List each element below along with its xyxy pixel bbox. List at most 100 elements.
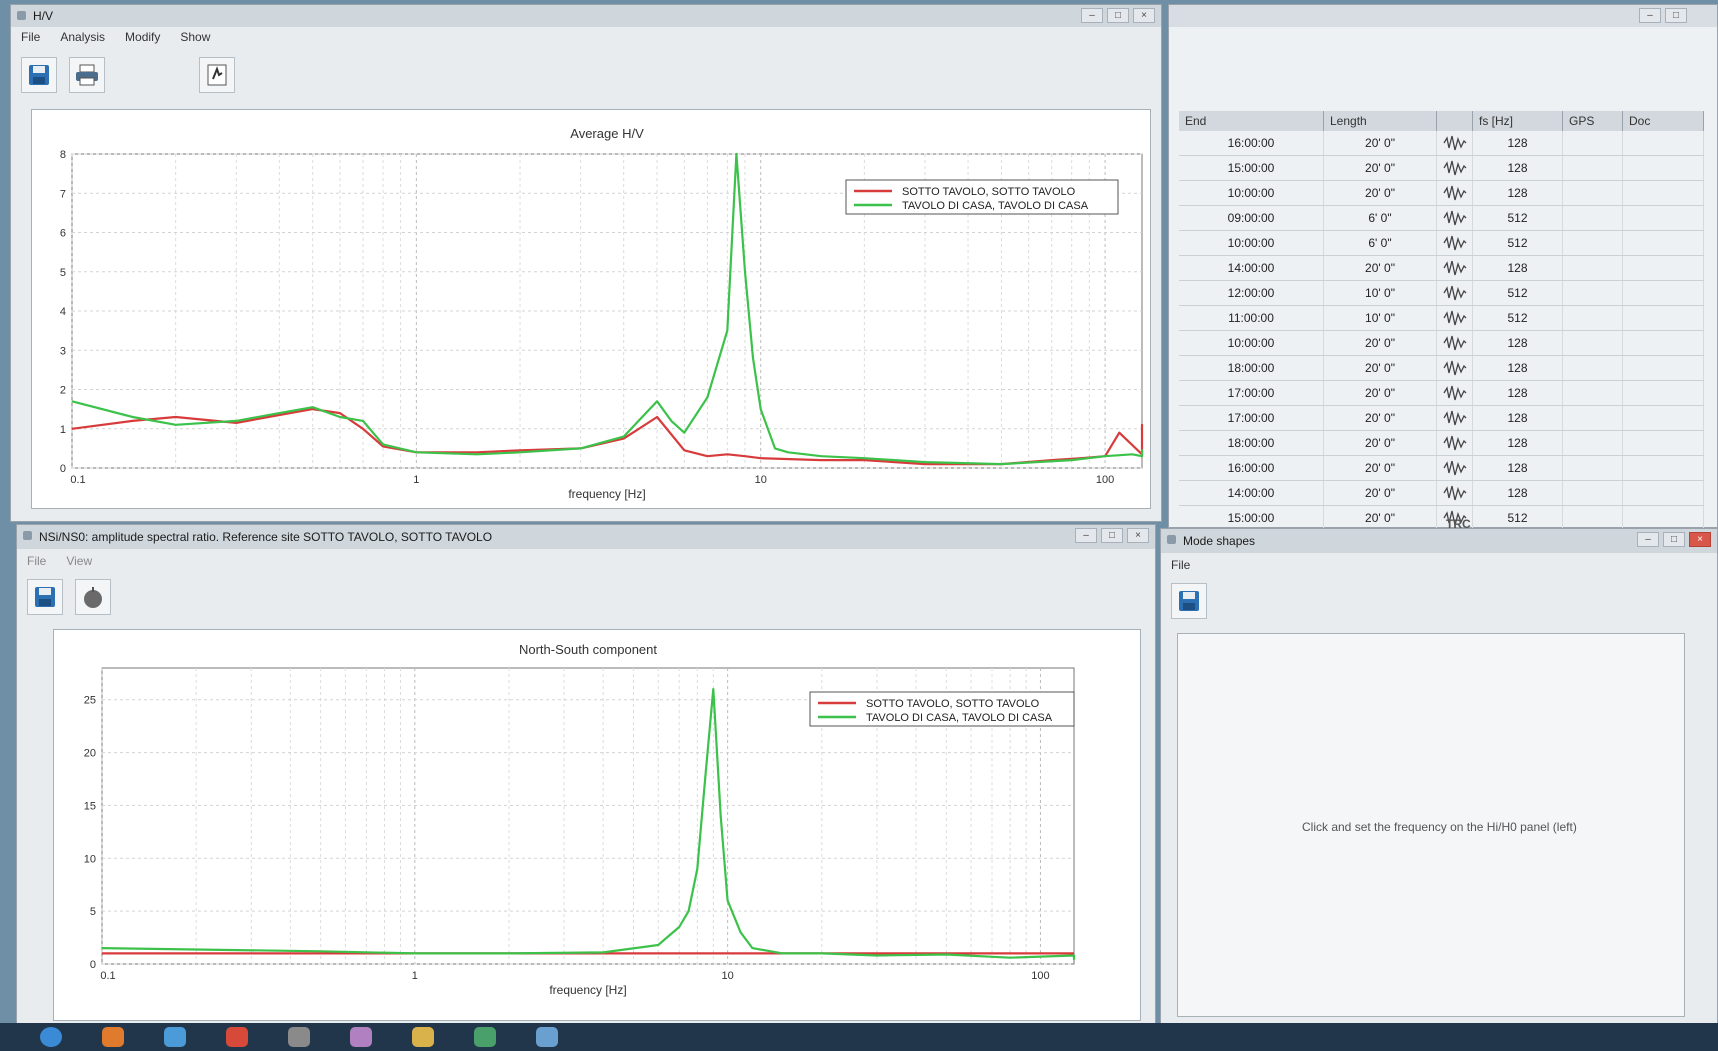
waveform-icon	[1443, 160, 1467, 176]
mode-toolbar	[1161, 579, 1717, 623]
cell-trace	[1437, 431, 1473, 455]
cell-end: 12:00:00	[1179, 281, 1324, 305]
firefox-icon[interactable]	[102, 1027, 124, 1047]
apple-icon	[84, 587, 102, 608]
col-doc[interactable]: Doc	[1623, 111, 1704, 131]
ns-titlebar[interactable]: NSi/NS0: amplitude spectral ratio. Refer…	[17, 525, 1155, 549]
ns-menubar: File View	[17, 551, 1155, 571]
mode-shapes-titlebar[interactable]: Mode shapes – □ ×	[1161, 529, 1717, 553]
cell-trace	[1437, 381, 1473, 405]
cell-end: 16:00:00	[1179, 131, 1324, 155]
col-gps[interactable]: GPS	[1563, 111, 1623, 131]
recordings-titlebar[interactable]: – □	[1169, 5, 1717, 27]
waveform-icon	[1443, 285, 1467, 301]
ns-minimize-button[interactable]: –	[1075, 528, 1097, 543]
table-row[interactable]: 18:00:00 20' 0" 128	[1179, 356, 1704, 381]
print-button[interactable]	[69, 57, 105, 93]
ns-close-button[interactable]: ×	[1127, 528, 1149, 543]
table-row[interactable]: 14:00:00 20' 0" 128	[1179, 481, 1704, 506]
chrome-icon[interactable]	[226, 1027, 248, 1047]
waveform-icon	[1443, 210, 1467, 226]
hv-menubar: File Analysis Modify Show	[11, 27, 1161, 47]
table-row[interactable]: 18:00:00 20' 0" 128	[1179, 431, 1704, 456]
hv-chart[interactable]: Average H/V 0 1 2 3 4 5 6 7 8 0.1 1 10 100 frequency […	[32, 110, 1150, 508]
y-tick-label: 3	[60, 345, 66, 357]
hv-titlebar[interactable]: H/V – □ ×	[11, 5, 1161, 27]
floppy-icon	[29, 65, 49, 85]
minimize-button[interactable]: –	[1081, 8, 1103, 23]
start-button-icon[interactable]	[40, 1027, 62, 1047]
table-row[interactable]: 12:00:00 10' 0" 512	[1179, 281, 1704, 306]
recordings-maximize-button[interactable]: □	[1665, 8, 1687, 23]
table-row[interactable]: 17:00:00 20' 0" 128	[1179, 406, 1704, 431]
browser-icon[interactable]	[164, 1027, 186, 1047]
waveform-icon	[1443, 310, 1467, 326]
col-trace[interactable]	[1437, 111, 1473, 131]
ns-apple-button[interactable]	[75, 579, 111, 615]
table-row[interactable]: 11:00:00 10' 0" 512	[1179, 306, 1704, 331]
x-tick-label: 10	[722, 970, 734, 982]
tool-button[interactable]	[199, 57, 235, 93]
cell-gps	[1563, 481, 1623, 505]
table-row[interactable]: 17:00:00 20' 0" 128	[1179, 381, 1704, 406]
waveform-icon	[1443, 385, 1467, 401]
menu-analysis[interactable]: Analysis	[60, 27, 105, 47]
ns-save-button[interactable]	[27, 579, 63, 615]
app-icon-3[interactable]	[350, 1027, 372, 1047]
mode-maximize-button[interactable]: □	[1663, 532, 1685, 547]
save-button[interactable]	[21, 57, 57, 93]
ns-menu-file[interactable]: File	[27, 551, 46, 571]
cell-end: 18:00:00	[1179, 356, 1324, 380]
table-row[interactable]: 16:00:00 20' 0" 128	[1179, 456, 1704, 481]
recordings-minimize-button[interactable]: –	[1639, 8, 1661, 23]
col-length[interactable]: Length	[1324, 111, 1437, 131]
table-row[interactable]: 15:00:00 20' 0" 128	[1179, 156, 1704, 181]
close-button[interactable]: ×	[1133, 8, 1155, 23]
ns-maximize-button[interactable]: □	[1101, 528, 1123, 543]
cell-length: 20' 0"	[1324, 131, 1437, 155]
cell-end: 11:00:00	[1179, 306, 1324, 330]
col-end[interactable]: End	[1179, 111, 1324, 131]
mode-shapes-message: Click and set the frequency on the Hi/H0…	[1302, 820, 1577, 834]
cell-end: 10:00:00	[1179, 231, 1324, 255]
y-tick-label: 15	[84, 800, 96, 812]
table-row[interactable]: 14:00:00 20' 0" 128	[1179, 256, 1704, 281]
hv-chart-panel: Average H/V 0 1 2 3 4 5 6 7 8 0.1 1 10 100 frequency […	[31, 109, 1151, 509]
table-row[interactable]: 10:00:00 6' 0" 512	[1179, 231, 1704, 256]
mode-close-button[interactable]: ×	[1689, 532, 1711, 547]
ns-chart[interactable]: North-South component 0 5 10 15 20 25 0.1 1 10 100…	[54, 630, 1140, 1020]
waveform-icon	[1443, 235, 1467, 251]
cell-fs: 128	[1473, 156, 1563, 180]
waveform-icon	[1443, 360, 1467, 376]
cell-gps	[1563, 181, 1623, 205]
maximize-button[interactable]: □	[1107, 8, 1129, 23]
mode-menu-file[interactable]: File	[1171, 555, 1190, 575]
mode-shapes-title: Mode shapes	[1183, 534, 1256, 548]
mode-minimize-button[interactable]: –	[1637, 532, 1659, 547]
ns-menu-view[interactable]: View	[66, 551, 92, 571]
cell-fs: 512	[1473, 281, 1563, 305]
cell-fs: 128	[1473, 456, 1563, 480]
cell-length: 20' 0"	[1324, 356, 1437, 380]
menu-show[interactable]: Show	[180, 27, 210, 47]
legend-label: TAVOLO DI CASA, TAVOLO DI CASA	[866, 712, 1053, 724]
cell-doc	[1623, 406, 1704, 430]
cell-doc	[1623, 281, 1704, 305]
cell-gps	[1563, 306, 1623, 330]
col-fs[interactable]: fs [Hz]	[1473, 111, 1563, 131]
folder-icon[interactable]	[412, 1027, 434, 1047]
menu-modify[interactable]: Modify	[125, 27, 160, 47]
table-row[interactable]: 10:00:00 20' 0" 128	[1179, 331, 1704, 356]
table-row[interactable]: 16:00:00 20' 0" 128	[1179, 131, 1704, 156]
y-tick-label: 6	[60, 228, 66, 240]
table-row[interactable]: 10:00:00 20' 0" 128	[1179, 181, 1704, 206]
app-icon-2[interactable]	[288, 1027, 310, 1047]
cell-end: 10:00:00	[1179, 331, 1324, 355]
menu-file[interactable]: File	[21, 27, 40, 47]
mode-save-button[interactable]	[1171, 583, 1207, 619]
table-row[interactable]: 09:00:00 6' 0" 512	[1179, 206, 1704, 231]
network-icon[interactable]	[474, 1027, 496, 1047]
cell-length: 20' 0"	[1324, 256, 1437, 280]
mode-shapes-panel[interactable]: Click and set the frequency on the Hi/H0…	[1177, 633, 1685, 1017]
app-icon-4[interactable]	[536, 1027, 558, 1047]
